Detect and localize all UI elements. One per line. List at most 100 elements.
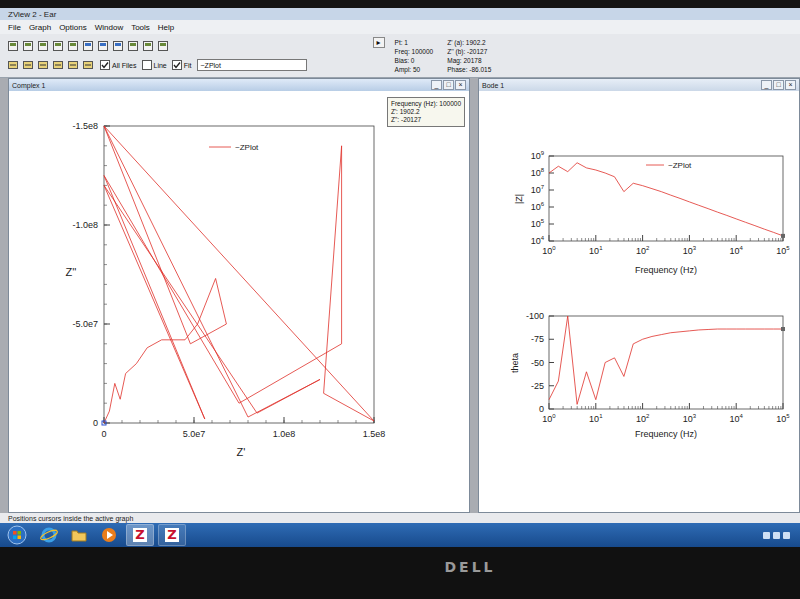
menu-item[interactable]: Tools — [131, 23, 150, 32]
series-segment — [549, 381, 558, 400]
bode-window[interactable]: Bode 1_□×1091081071061051041001011021031… — [478, 78, 800, 513]
x-tick: 105 — [776, 403, 790, 424]
series-segment — [558, 316, 567, 381]
series-segment — [104, 176, 239, 404]
window-button[interactable]: × — [455, 80, 466, 90]
checkbox-box[interactable] — [172, 60, 182, 70]
svg-text:100: 100 — [542, 413, 556, 424]
series-segment — [162, 339, 185, 340]
toolbar-checkbox[interactable]: Line — [142, 60, 167, 70]
x-tick: 103 — [683, 403, 697, 424]
nyquist-plot[interactable]: -1.5e8-1.0e8-5.0e7005.0e71.0e81.5e8Z''Z'… — [9, 91, 470, 513]
next-point-button[interactable]: ▸ — [373, 37, 385, 48]
table-icon[interactable] — [36, 58, 50, 72]
window-button[interactable]: _ — [431, 80, 442, 90]
svg-text:102: 102 — [636, 245, 650, 256]
menu-item[interactable]: Window — [95, 23, 123, 32]
series-segment — [727, 329, 736, 330]
phase-plot[interactable]: -100-75-50-250100101102103104105Frequenc… — [510, 311, 790, 439]
y-tick: 109 — [531, 150, 554, 161]
zoom-out-icon[interactable] — [96, 39, 110, 53]
svg-text:105: 105 — [776, 413, 790, 424]
window-titlebar[interactable]: Bode 1_□× — [479, 79, 799, 91]
tray-icon[interactable] — [783, 532, 790, 539]
svg-text:104: 104 — [730, 413, 744, 424]
toolbar-checkbox[interactable]: Fit — [172, 60, 192, 70]
window-button[interactable]: □ — [443, 80, 454, 90]
svg-text:103: 103 — [683, 413, 697, 424]
series-segment — [689, 202, 698, 205]
browser-icon[interactable] — [36, 525, 62, 545]
svg-text:-1.0e8: -1.0e8 — [72, 220, 98, 230]
x-axis-label: Frequency (Hz) — [635, 265, 697, 275]
menu-item[interactable]: Graph — [29, 23, 51, 32]
series-segment — [115, 383, 120, 399]
undo-icon[interactable] — [126, 39, 140, 53]
menu-item[interactable]: File — [8, 23, 21, 32]
checkbox-box[interactable] — [100, 60, 110, 70]
new-icon[interactable] — [6, 39, 20, 53]
series-segment — [104, 126, 374, 421]
monitor: ZView 2 - Ear File Graph Options Window Tools… — [0, 0, 800, 599]
complex-window[interactable]: Complex 1_□×-1.5e8-1.0e8-5.0e7005.0e71.0… — [8, 78, 470, 513]
magnifier-icon[interactable] — [81, 58, 95, 72]
disk-icon[interactable] — [21, 58, 35, 72]
zoom-fit-icon[interactable] — [111, 39, 125, 53]
series-segment — [736, 329, 745, 330]
cursor-marker — [781, 327, 785, 331]
series-select[interactable]: ~ZPlot — [197, 59, 307, 71]
bode-plots[interactable]: 109108107106105104100101102103104105Freq… — [479, 91, 800, 513]
svg-text:106: 106 — [531, 201, 545, 212]
tray-icon[interactable] — [763, 532, 770, 539]
svg-text:101: 101 — [589, 413, 603, 424]
check-icon — [173, 61, 181, 69]
print-icon[interactable] — [51, 39, 65, 53]
open-icon[interactable] — [21, 39, 35, 53]
window-button[interactable]: × — [785, 80, 796, 90]
save-icon[interactable] — [36, 39, 50, 53]
series-segment — [661, 192, 670, 195]
svg-text:-5.0e7: -5.0e7 — [72, 319, 98, 329]
y-tick: 107 — [531, 184, 554, 195]
grid-icon[interactable] — [66, 58, 80, 72]
menu-bar: File Graph Options Window Tools Help — [0, 20, 800, 34]
menu-item[interactable]: Options — [59, 23, 87, 32]
readout-value: Z' (a): 1902.2 — [447, 38, 491, 47]
x-tick: 102 — [636, 403, 650, 424]
window-titlebar[interactable]: Complex 1_□× — [9, 79, 469, 91]
magnitude-plot[interactable]: 109108107106105104100101102103104105Freq… — [514, 150, 790, 275]
copy-icon[interactable] — [66, 39, 80, 53]
legend: ~ZPlot — [209, 143, 259, 152]
svg-text:0: 0 — [101, 429, 106, 439]
series-segment — [671, 331, 680, 333]
series-segment — [104, 185, 205, 419]
tray-icon[interactable] — [773, 532, 780, 539]
folder-icon[interactable] — [6, 58, 20, 72]
y-tick: -75 — [531, 334, 554, 344]
toolbar-checkbox[interactable]: All Files — [100, 60, 137, 70]
x-tick: 0 — [101, 417, 106, 439]
app-title: ZView 2 - Ear — [8, 10, 56, 19]
folder-icon[interactable] — [66, 525, 92, 545]
window-button[interactable]: □ — [773, 80, 784, 90]
media-player-icon[interactable] — [96, 525, 122, 545]
zview-app-icon[interactable]: Z — [126, 524, 154, 546]
start-icon[interactable] — [6, 524, 28, 546]
window-button[interactable]: _ — [761, 80, 772, 90]
checkbox-box[interactable] — [142, 60, 152, 70]
series-segment — [147, 340, 161, 348]
menu-item[interactable]: Help — [158, 23, 174, 32]
y-tick: 106 — [531, 201, 554, 212]
chart-icon[interactable] — [51, 58, 65, 72]
redo-icon[interactable] — [141, 39, 155, 53]
zoom-in-icon[interactable] — [81, 39, 95, 53]
series-segment — [708, 329, 717, 330]
series-segment — [596, 170, 605, 173]
series-segment — [708, 209, 717, 212]
svg-text:105: 105 — [776, 245, 790, 256]
readout-value: Mag: 20178 — [447, 56, 491, 65]
zview-app-icon[interactable]: Z — [158, 524, 186, 546]
stop-icon[interactable] — [156, 39, 170, 53]
svg-text:-1.5e8: -1.5e8 — [72, 121, 98, 131]
plot-frame — [104, 126, 374, 423]
